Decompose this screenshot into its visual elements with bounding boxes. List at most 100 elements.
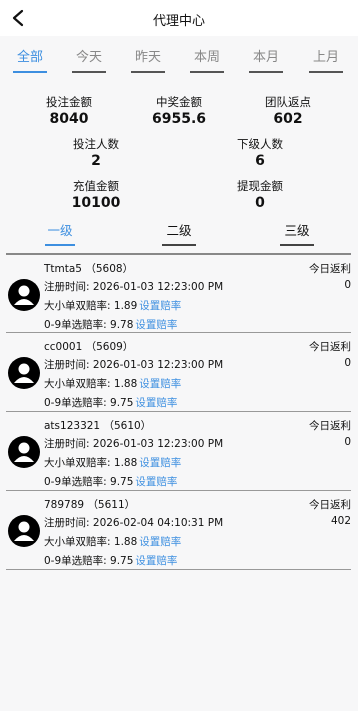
stat-label: 中奖金额 [156,95,202,109]
rebate-value: 0 [344,357,351,369]
stat-label: 提现金额 [237,179,283,193]
user-avatar-icon [8,279,40,311]
odds-single-pick: 0-9单选赔率: 9.75 设置赔率 [44,553,177,568]
stat-bettors: 投注人数 2 [41,136,151,169]
member-username: 789789 [44,499,85,511]
odds-single-pick: 0-9单选赔率: 9.75 设置赔率 [44,474,177,489]
odds-label: 大小单双赔率: [44,536,111,548]
member-name: ats123321 （5610） [44,418,151,433]
odds-value: 9.78 [110,319,134,331]
odds-value: 1.88 [113,378,138,390]
set-odds-link[interactable]: 设置赔率 [135,476,177,488]
member-id: （5609） [85,341,134,353]
stat-value: 8040 [49,111,89,127]
member-id: （5610） [103,420,152,432]
stat-value: 602 [273,111,303,127]
register-time-label: 注册时间: [44,438,90,450]
level-tabs: 一级 二级 三级 [0,220,358,246]
odds-label: 0-9单选赔率: [44,555,107,567]
member-id: （5611） [87,499,136,511]
tab-level-3[interactable]: 三级 [280,220,314,246]
register-time-value: 2026-01-03 12:23:00 PM [92,359,224,371]
member-username: ats123321 [44,420,101,432]
stat-deposit: 充值金额 10100 [41,178,151,211]
member-name: 789789 （5611） [44,497,135,512]
rebate-label: 今日返利 [309,420,351,432]
tab-this-month[interactable]: 本月 [249,46,283,73]
list-item[interactable]: Ttmta5 （5608） 注册时间: 2026-01-03 12:23:00 … [6,253,351,333]
stat-bet-amount: 投注金额 8040 [14,94,124,127]
odds-label: 大小单双赔率: [44,457,111,469]
stat-value: 6955.6 [151,111,207,127]
set-odds-link[interactable]: 设置赔率 [139,378,181,390]
stat-label: 团队返点 [265,95,311,109]
stat-label: 投注人数 [73,137,119,151]
list-item[interactable]: ats123321 （5610） 注册时间: 2026-01-03 12:23:… [6,411,351,491]
list-item[interactable]: 789789 （5611） 注册时间: 2026-02-04 04:10:31 … [6,490,351,570]
register-time-label: 注册时间: [44,281,90,293]
stat-value: 6 [255,153,265,169]
stat-team-rebate: 团队返点 602 [233,94,343,127]
odds-big-small: 大小单双赔率: 1.89 设置赔率 [44,298,181,313]
stat-label: 充值金额 [73,179,119,193]
odds-label: 0-9单选赔率: [44,397,107,409]
odds-label: 0-9单选赔率: [44,476,107,488]
set-odds-link[interactable]: 设置赔率 [139,536,181,548]
member-name: Ttmta5 （5608） [44,261,133,276]
tab-last-month[interactable]: 上月 [309,46,343,73]
set-odds-link[interactable]: 设置赔率 [139,300,181,312]
tab-all[interactable]: 全部 [13,46,47,73]
member-username: cc0001 [44,341,83,353]
odds-big-small: 大小单双赔率: 1.88 设置赔率 [44,455,181,470]
member-id: （5608） [85,263,134,275]
list-item[interactable]: cc0001 （5609） 注册时间: 2026-01-03 12:23:00 … [6,332,351,412]
rebate-value: 402 [330,515,351,527]
odds-label: 0-9单选赔率: [44,319,107,331]
odds-value: 1.89 [113,300,138,312]
tab-today[interactable]: 今天 [72,46,106,73]
page-title: 代理中心 [152,14,205,29]
rebate-label: 今日返利 [309,263,351,275]
register-time-value: 2026-01-03 12:23:00 PM [92,281,224,293]
register-time: 注册时间: 2026-01-03 12:23:00 PM [44,436,223,451]
odds-label: 大小单双赔率: [44,300,111,312]
odds-value: 9.75 [110,476,134,488]
set-odds-link[interactable]: 设置赔率 [139,457,181,469]
member-username: Ttmta5 [44,263,82,275]
tab-this-week[interactable]: 本周 [190,46,224,73]
stat-label: 投注金额 [46,95,92,109]
odds-single-pick: 0-9单选赔率: 9.75 设置赔率 [44,395,177,410]
member-name: cc0001 （5609） [44,339,133,354]
odds-big-small: 大小单双赔率: 1.88 设置赔率 [44,534,181,549]
register-time-value: 2026-02-04 04:10:31 PM [92,517,224,529]
tab-level-1[interactable]: 一级 [45,220,75,246]
odds-big-small: 大小单双赔率: 1.88 设置赔率 [44,376,181,391]
stat-value: 10100 [71,195,121,211]
odds-single-pick: 0-9单选赔率: 9.78 设置赔率 [44,317,177,332]
register-time: 注册时间: 2026-01-03 12:23:00 PM [44,279,223,294]
register-time-label: 注册时间: [44,517,90,529]
rebate-label: 今日返利 [309,341,351,353]
rebate-value: 0 [344,436,351,448]
period-tabs: 全部 今天 昨天 本周 本月 上月 [0,46,358,76]
set-odds-link[interactable]: 设置赔率 [135,319,177,331]
register-time: 注册时间: 2026-02-04 04:10:31 PM [44,515,223,530]
member-list: Ttmta5 （5608） 注册时间: 2026-01-03 12:23:00 … [6,253,351,570]
register-time-value: 2026-01-03 12:23:00 PM [92,438,224,450]
stat-value: 2 [91,153,101,169]
set-odds-link[interactable]: 设置赔率 [135,397,177,409]
rebate-label: 今日返利 [309,499,351,511]
set-odds-link[interactable]: 设置赔率 [135,555,177,567]
odds-value: 1.88 [113,457,138,469]
header-bar: 代理中心 [0,0,358,36]
register-time: 注册时间: 2026-01-03 12:23:00 PM [44,357,223,372]
tab-yesterday[interactable]: 昨天 [131,46,165,73]
stat-subordinates: 下级人数 6 [205,136,315,169]
tab-level-2[interactable]: 二级 [162,220,196,246]
stat-withdraw: 提现金额 0 [205,178,315,211]
odds-value: 9.75 [110,555,134,567]
odds-value: 1.88 [113,536,138,548]
stat-value: 0 [255,195,265,211]
stat-win-amount: 中奖金额 6955.6 [124,94,234,127]
user-avatar-icon [8,357,40,389]
